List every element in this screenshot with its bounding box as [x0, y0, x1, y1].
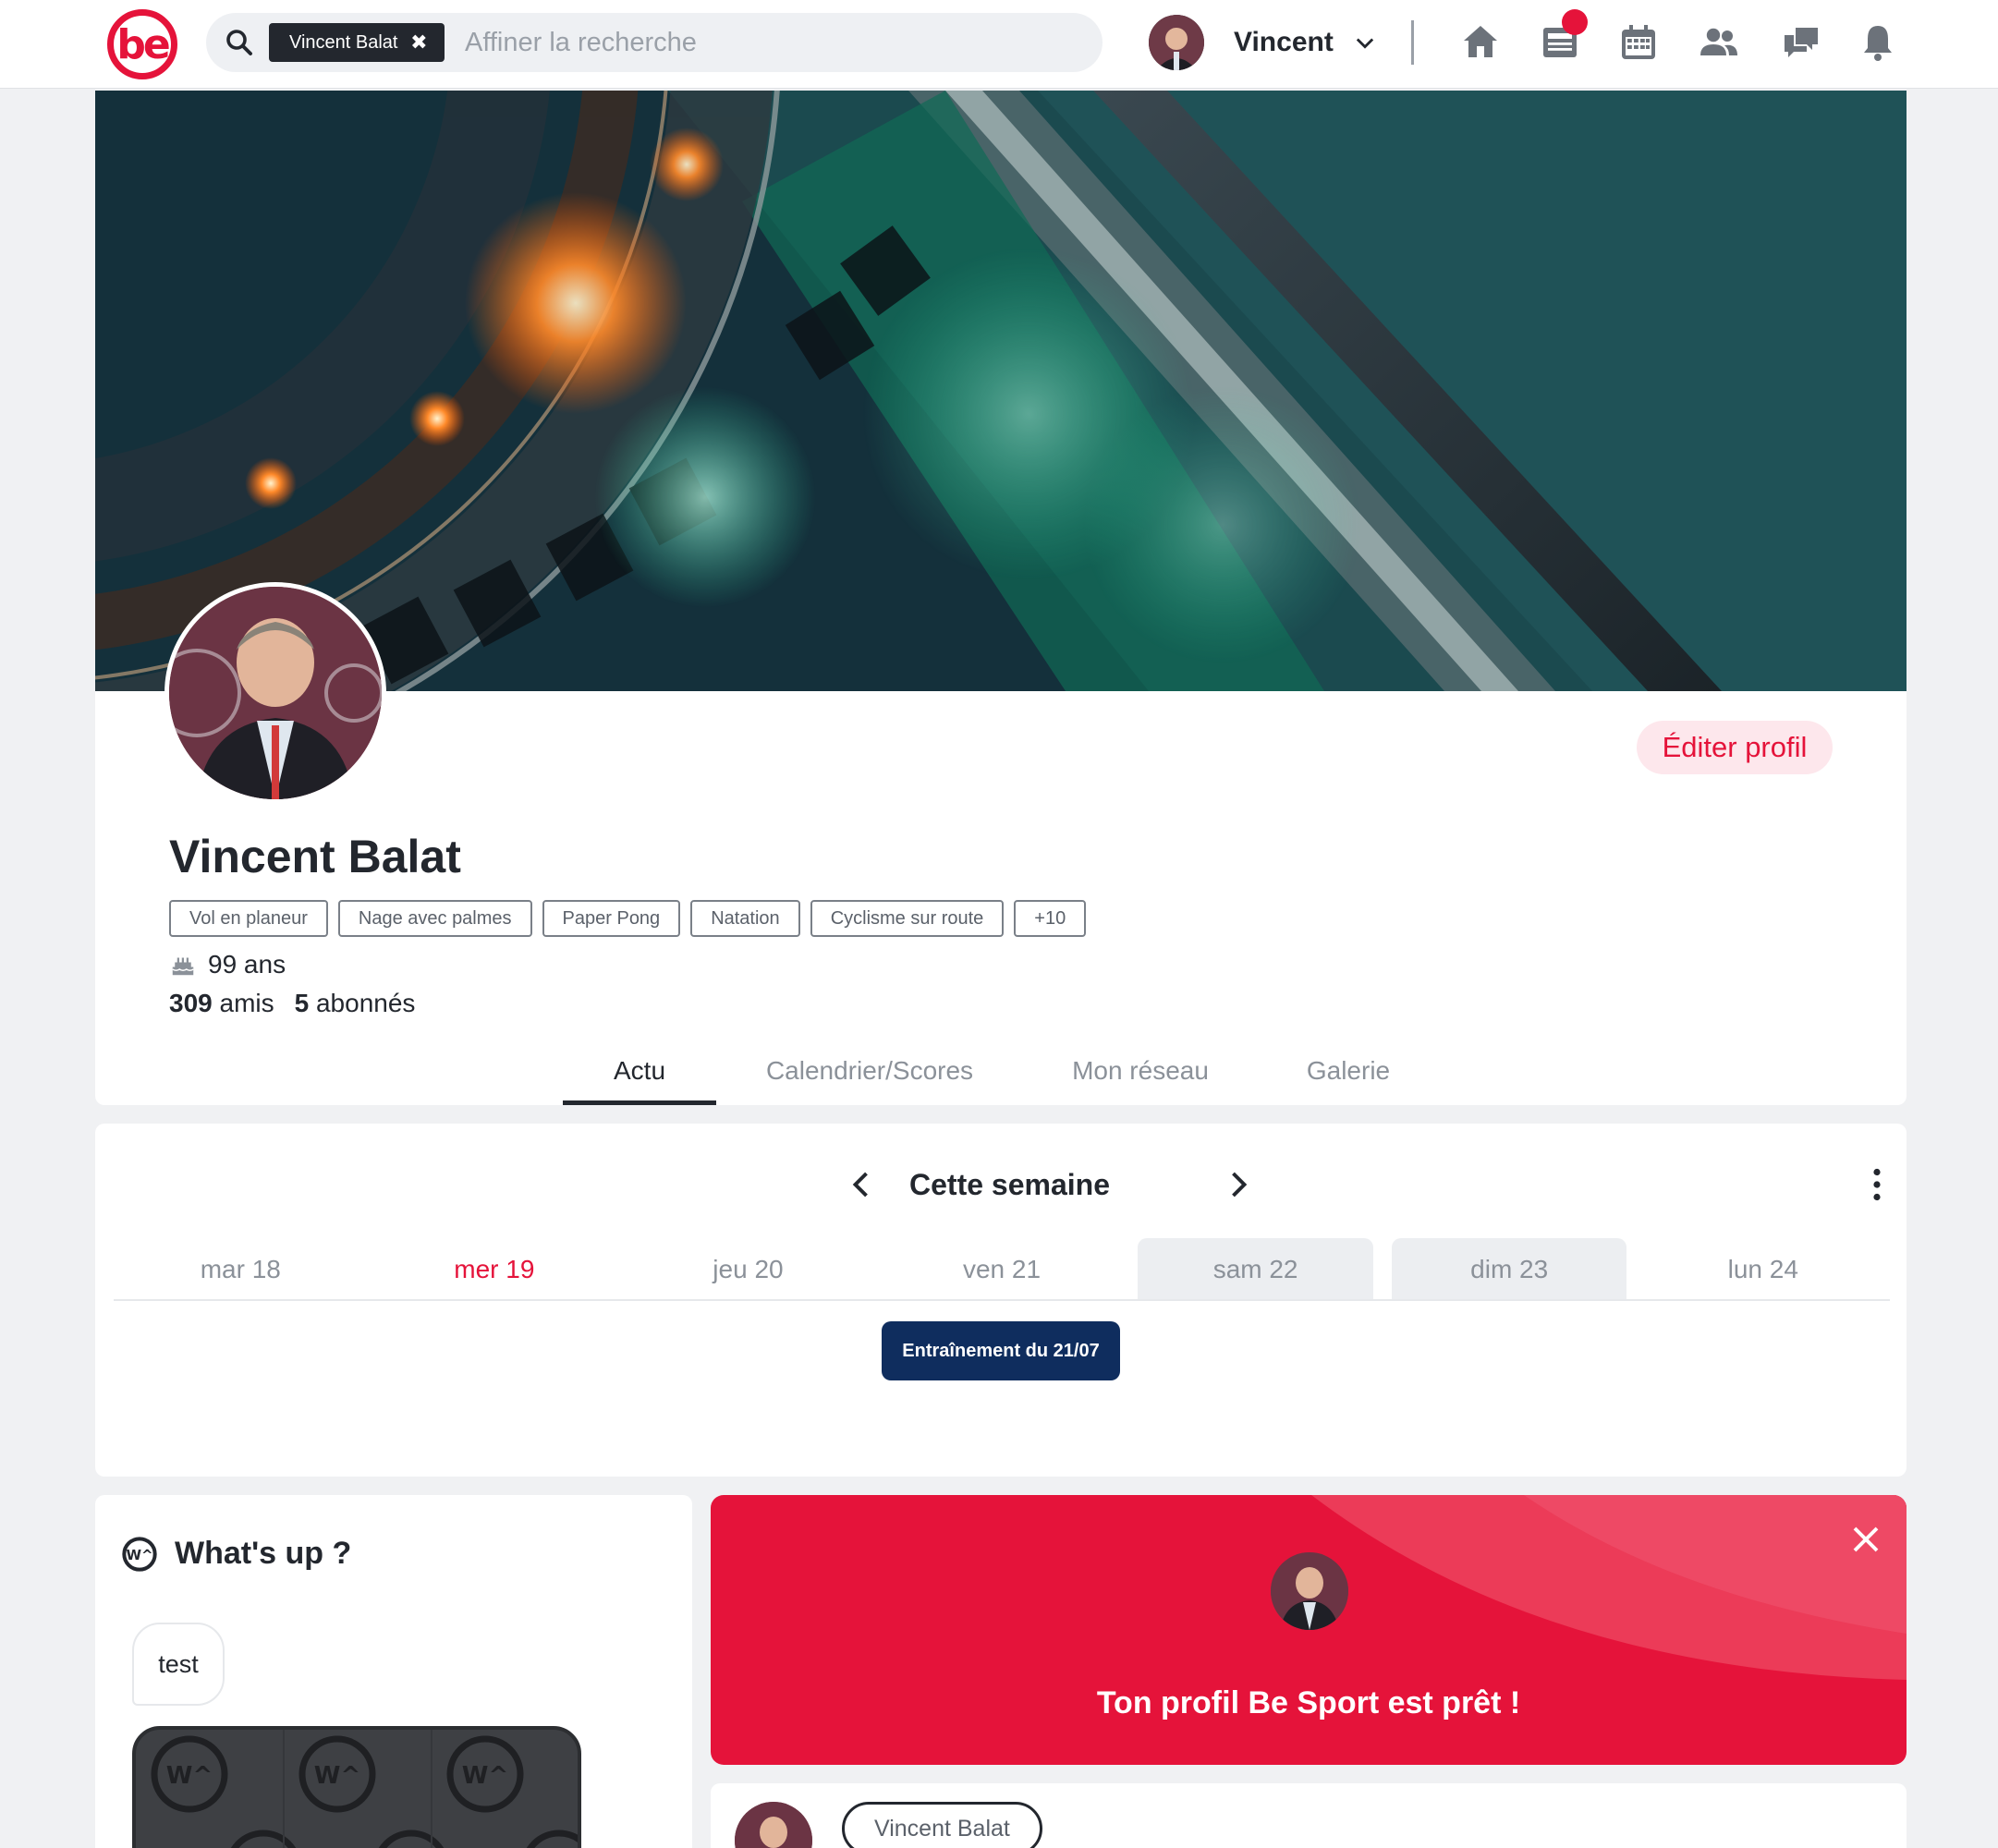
profile-ready-banner: Ton profil Be Sport est prêt !	[711, 1495, 1907, 1765]
friends-label: amis	[219, 989, 274, 1017]
chat-icon[interactable]	[1779, 20, 1823, 65]
calendar-event-button[interactable]: Entraînement du 21/07	[882, 1321, 1120, 1380]
top-bar: be Vincent Balat ✖ Vincent	[0, 0, 1998, 89]
calendar-day[interactable]: mar 18	[123, 1238, 359, 1299]
search-icon[interactable]	[223, 26, 256, 59]
banner-wave-decoration	[1311, 1495, 1907, 1680]
cover-image	[95, 91, 1907, 691]
calendar-day[interactable]: lun 24	[1645, 1238, 1881, 1299]
search-input[interactable]	[465, 20, 1056, 65]
banner-message: Ton profil Be Sport est prêt !	[1096, 1685, 1521, 1720]
friends-icon[interactable]	[1697, 20, 1741, 65]
bell-icon[interactable]	[1856, 20, 1900, 65]
topbar-divider	[1411, 20, 1414, 65]
calendar-header: Cette semaine	[95, 1157, 1907, 1212]
user-menu[interactable]: Vincent	[1149, 15, 1378, 70]
calendar-day-today[interactable]: mer 19	[377, 1238, 613, 1299]
search-bar[interactable]: Vincent Balat ✖	[206, 13, 1103, 72]
post-author-avatar[interactable]	[735, 1802, 812, 1848]
calendar-title: Cette semaine	[909, 1168, 1110, 1201]
close-icon[interactable]	[1849, 1523, 1882, 1556]
friends-count: 309	[169, 989, 213, 1017]
whats-up-title: What's up ?	[175, 1536, 352, 1571]
tab-mon-reseau[interactable]: Mon réseau	[1023, 1048, 1258, 1105]
tab-galerie[interactable]: Galerie	[1258, 1048, 1439, 1105]
search-chip-label: Vincent Balat	[289, 32, 398, 53]
whats-up-card: W^ What's up ? test W^ W^ W^	[95, 1495, 692, 1848]
sport-tag[interactable]: Paper Pong	[542, 900, 681, 937]
profile-header-card: Éditer profil Vincent Balat Vol en plane…	[95, 91, 1907, 1105]
calendar-day-weekend[interactable]: sam 22	[1138, 1238, 1373, 1299]
svg-text:W^: W^	[314, 1762, 360, 1790]
more-options-icon[interactable]	[1871, 1168, 1882, 1201]
sport-tag[interactable]: Cyclisme sur route	[810, 900, 1005, 937]
user-name[interactable]: Vincent	[1234, 27, 1334, 58]
tab-actu[interactable]: Actu	[563, 1048, 716, 1105]
calendar-day[interactable]: jeu 20	[630, 1238, 866, 1299]
profile-stats: 309 amis 5 abonnés	[169, 989, 415, 1018]
svg-text:W^: W^	[462, 1762, 508, 1790]
sport-tag[interactable]: Natation	[690, 900, 800, 937]
svg-text:W^: W^	[166, 1762, 213, 1790]
post-author-chip[interactable]: Vincent Balat	[842, 1802, 1042, 1848]
edit-profile-button[interactable]: Éditer profil	[1637, 721, 1833, 774]
sport-tags: Vol en planeur Nage avec palmes Paper Po…	[169, 900, 1087, 937]
friends-stat[interactable]: 309 amis	[169, 989, 274, 1018]
tab-calendrier-scores[interactable]: Calendrier/Scores	[716, 1048, 1023, 1105]
whats-up-icon: W^	[122, 1537, 157, 1572]
profile-avatar[interactable]	[164, 582, 386, 804]
chevron-down-icon[interactable]	[1352, 30, 1378, 55]
followers-label: abonnés	[315, 989, 416, 1017]
age-row: 99 ans	[169, 950, 286, 979]
calendar-icon[interactable]	[1616, 20, 1661, 65]
calendar-days: mar 18 mer 19 jeu 20 ven 21 sam 22 dim 2…	[114, 1238, 1890, 1301]
followers-count: 5	[294, 989, 310, 1017]
home-icon[interactable]	[1458, 20, 1503, 65]
post-card: Vincent Balat	[711, 1783, 1907, 1848]
cake-icon	[172, 957, 194, 976]
whats-up-bubble[interactable]: test	[132, 1623, 225, 1706]
profile-name: Vincent Balat	[169, 831, 461, 882]
whats-up-pattern-tile[interactable]: W^ W^ W^	[132, 1726, 581, 1848]
remove-chip-icon[interactable]: ✖	[410, 23, 427, 62]
svg-text:W^: W^	[126, 1547, 152, 1563]
calendar-day[interactable]: ven 21	[884, 1238, 1120, 1299]
search-filter-chip[interactable]: Vincent Balat ✖	[269, 23, 445, 62]
age-label: 99 ans	[208, 950, 286, 979]
banner-avatar	[1271, 1552, 1348, 1630]
sport-tag[interactable]: Vol en planeur	[169, 900, 328, 937]
week-calendar-card: Cette semaine mar 18 mer 19 jeu 20 ven 2…	[95, 1124, 1907, 1477]
chevron-left-icon[interactable]	[846, 1168, 879, 1201]
more-tags-button[interactable]: +10	[1014, 900, 1087, 937]
sport-tag[interactable]: Nage avec palmes	[337, 900, 532, 937]
be-sport-logo[interactable]: be	[107, 9, 177, 79]
user-avatar[interactable]	[1149, 15, 1204, 70]
notification-badge	[1562, 9, 1588, 35]
calendar-day-weekend[interactable]: dim 23	[1391, 1238, 1627, 1299]
profile-tabs: Actu Calendrier/Scores Mon réseau Galeri…	[563, 1048, 1439, 1105]
chevron-right-icon[interactable]	[1221, 1168, 1254, 1201]
followers-stat[interactable]: 5 abonnés	[295, 989, 416, 1018]
